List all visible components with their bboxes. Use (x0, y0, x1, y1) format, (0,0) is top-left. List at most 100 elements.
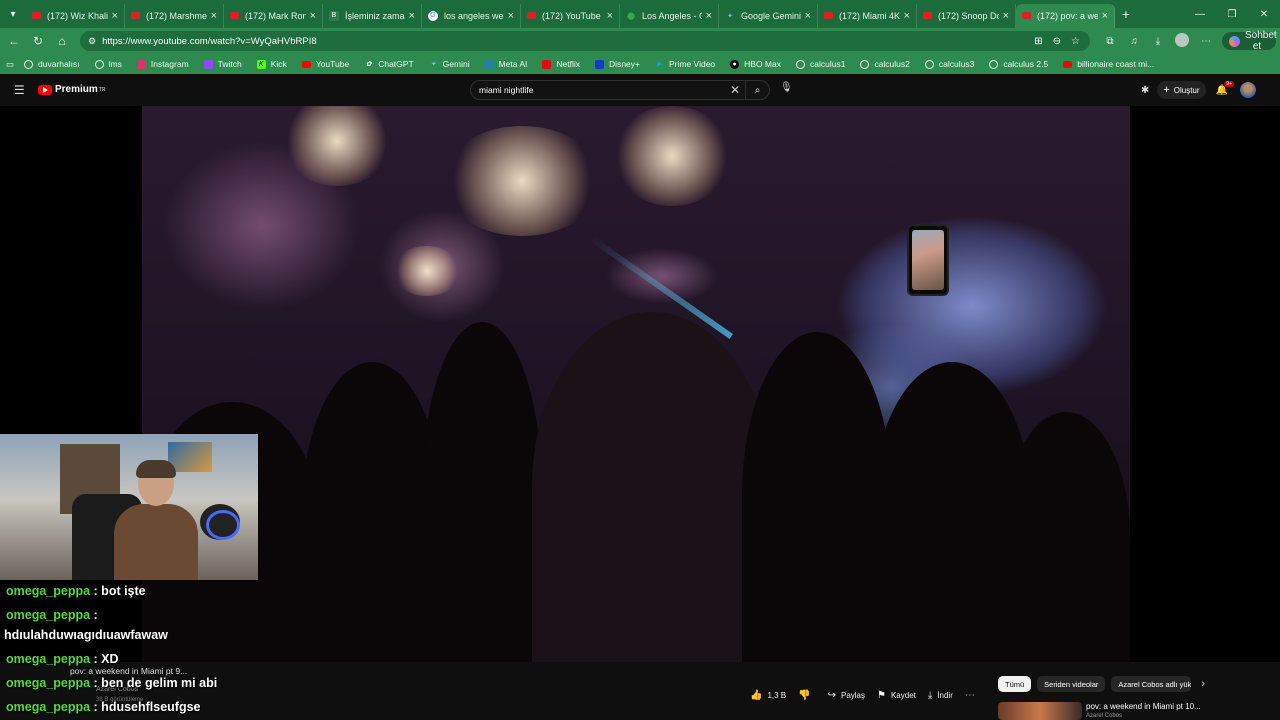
bookmark-gemini[interactable]: ✦ Gemini (429, 59, 469, 69)
tab-snoop-dogg[interactable]: (172) Snoop Dogg × (917, 3, 1016, 28)
tab-search-icon[interactable]: ▾ (0, 0, 26, 28)
tab-la-weather[interactable]: Glos angeles weather × (422, 3, 521, 28)
save-button[interactable]: ⚑ Kaydet (877, 686, 916, 704)
close-icon[interactable]: × (409, 10, 415, 22)
account-avatar[interactable] (1240, 82, 1256, 98)
chip-series[interactable]: Seriden videolar (1037, 676, 1106, 692)
close-icon[interactable]: × (310, 10, 316, 22)
share-button[interactable]: ↪ Paylaş (828, 686, 865, 704)
bookmark-twitch[interactable]: Twitch (203, 59, 242, 69)
tab-bank[interactable]: B İşleminiz zaman aşımı × (323, 3, 422, 28)
back-icon[interactable]: ← (2, 34, 26, 48)
globe-icon (796, 59, 805, 69)
crowd-silhouette (532, 312, 772, 662)
install-app-icon[interactable]: ⊞ (1034, 36, 1042, 47)
notifications-bell-icon[interactable]: 🔔 9+ (1216, 80, 1234, 96)
bookmark-label: Netflix (556, 59, 581, 69)
tab-wiz-khalifa[interactable]: (172) Wiz Khalifa × (26, 3, 125, 28)
bookmark-meta-ai[interactable]: Meta AI (484, 59, 527, 69)
like-count: 1,3 B (767, 690, 787, 700)
bookmark-duvarhalisi[interactable]: duvarhalısı (24, 59, 80, 69)
close-icon[interactable]: × (904, 10, 910, 22)
new-tab-button[interactable]: + (1115, 6, 1137, 22)
bookmark-calculus3[interactable]: calculus3 (924, 59, 974, 69)
tab-youtube[interactable]: (172) YouTube × (521, 3, 620, 28)
close-icon[interactable]: × (1102, 10, 1108, 22)
bookmark-billionaire-coast[interactable]: billionaire coast mi... (1063, 59, 1154, 69)
download-label: İndir (937, 690, 953, 700)
menu-dots-icon[interactable]: ⋯ (1194, 36, 1218, 47)
bookmark-chatgpt[interactable]: ✿ ChatGPT (364, 59, 414, 69)
hamburger-menu-icon[interactable]: ☰ (14, 83, 25, 97)
copilot-chat-button[interactable]: Sohbet et (1222, 30, 1277, 52)
reload-icon[interactable]: ↻ (26, 34, 50, 48)
download-button[interactable]: ⤓ İndir (928, 686, 953, 704)
recommended-thumbnail[interactable] (998, 702, 1082, 720)
close-window-icon[interactable]: ✕ (1248, 9, 1280, 20)
voice-search-icon[interactable]: 🎙 (780, 82, 793, 93)
site-info-icon[interactable]: ⚙ (88, 36, 96, 47)
bookmark-calculus-2-5[interactable]: calculus 2.5 (989, 59, 1048, 69)
bookmark-hbo-max[interactable]: ● HBO Max (730, 59, 781, 69)
bookmark-star-icon[interactable]: ☆ (1071, 36, 1080, 47)
like-button[interactable]: 👍 1,3 B (750, 686, 786, 704)
bookmark-youtube[interactable]: YouTube (301, 59, 349, 69)
instagram-icon (136, 59, 146, 69)
download-icon[interactable]: ⤓ (1146, 36, 1170, 47)
bookmark-prime-video[interactable]: ▶ Prime Video (655, 59, 715, 69)
search-icon[interactable]: ⌕ (745, 81, 769, 99)
close-icon[interactable]: × (508, 10, 514, 22)
profile-icon[interactable] (1170, 32, 1194, 50)
tab-label: Los Angeles - Google (642, 10, 702, 21)
tab-los-angeles-maps[interactable]: ⬤ Los Angeles - Google × (620, 3, 719, 28)
clear-search-icon[interactable]: ✕ (725, 83, 745, 97)
tab-gemini[interactable]: ✦ Google Gemini × (719, 3, 818, 28)
youtube-icon (131, 12, 140, 19)
extensions-icon[interactable]: ⧉ (1098, 36, 1122, 47)
google-icon: G (428, 10, 438, 21)
close-icon[interactable]: × (1003, 10, 1009, 22)
address-bar[interactable]: ⚙ https://www.youtube.com/watch?v=WyQaHV… (80, 31, 1090, 51)
create-button[interactable]: + Oluştur (1157, 81, 1206, 99)
maximize-icon[interactable]: ❐ (1216, 9, 1248, 20)
home-icon[interactable]: ⌂ (50, 34, 74, 48)
bookmarks-menu-icon[interactable]: ▭ (6, 59, 14, 70)
dislike-button[interactable]: 👎 (798, 686, 815, 704)
chat-text: : XD (93, 652, 119, 666)
tab-miami-4k[interactable]: (172) Miami 4K - × (818, 3, 917, 28)
zoom-icon[interactable]: ⊖ (1053, 36, 1061, 47)
chip-all[interactable]: Tümü (998, 676, 1032, 692)
webcam-microphone (200, 504, 240, 540)
bookmark-calculus2[interactable]: calculus2 (860, 59, 910, 69)
chandelier-light (442, 126, 602, 236)
bookmark-netflix[interactable]: Netflix (542, 59, 580, 69)
chip-channel[interactable]: Azarel Cobos adlı yük... (1111, 676, 1192, 692)
tab-label: İşleminiz zaman aşımı (345, 10, 405, 21)
kick-icon: K (256, 59, 266, 69)
bookmark-kick[interactable]: K Kick (256, 59, 287, 69)
cast-icon[interactable]: ✱ (1141, 85, 1149, 96)
close-icon[interactable]: × (607, 10, 613, 22)
bookmark-lms[interactable]: lms (94, 59, 122, 69)
bookmark-calculus1[interactable]: calculus1 (796, 59, 845, 69)
tab-marshmello[interactable]: (172) Marshmello × (125, 3, 224, 28)
close-icon[interactable]: × (211, 10, 217, 22)
close-icon[interactable]: × (112, 10, 118, 22)
recommended-title[interactable]: pov: a weekend in Miami pt 10... (1086, 702, 1201, 711)
disney-icon (595, 59, 605, 69)
minimize-icon[interactable]: — (1184, 9, 1216, 20)
close-icon[interactable]: × (805, 10, 811, 22)
search-input[interactable]: miami nightlife ✕ ⌕ (470, 80, 770, 100)
close-icon[interactable]: × (706, 10, 712, 22)
crowd-silhouette (302, 362, 442, 662)
more-actions-icon[interactable]: ⋯ (965, 690, 975, 701)
youtube-premium-logo[interactable]: Premium TR (38, 84, 105, 95)
tab-pov-weekend[interactable]: (172) pov: a weekend × (1016, 3, 1115, 28)
bookmark-instagram[interactable]: Instagram (136, 59, 189, 69)
tab-mark-ronson[interactable]: (172) Mark Ronson × (224, 3, 323, 28)
media-icon[interactable]: ♫ (1122, 36, 1146, 47)
browser-tab-strip: ▾ (172) Wiz Khalifa × (172) Marshmello × (… (0, 0, 1280, 28)
chevron-right-icon[interactable]: › (1201, 678, 1205, 690)
streamer-webcam (0, 434, 258, 580)
bookmark-disney[interactable]: Disney+ (595, 59, 640, 69)
